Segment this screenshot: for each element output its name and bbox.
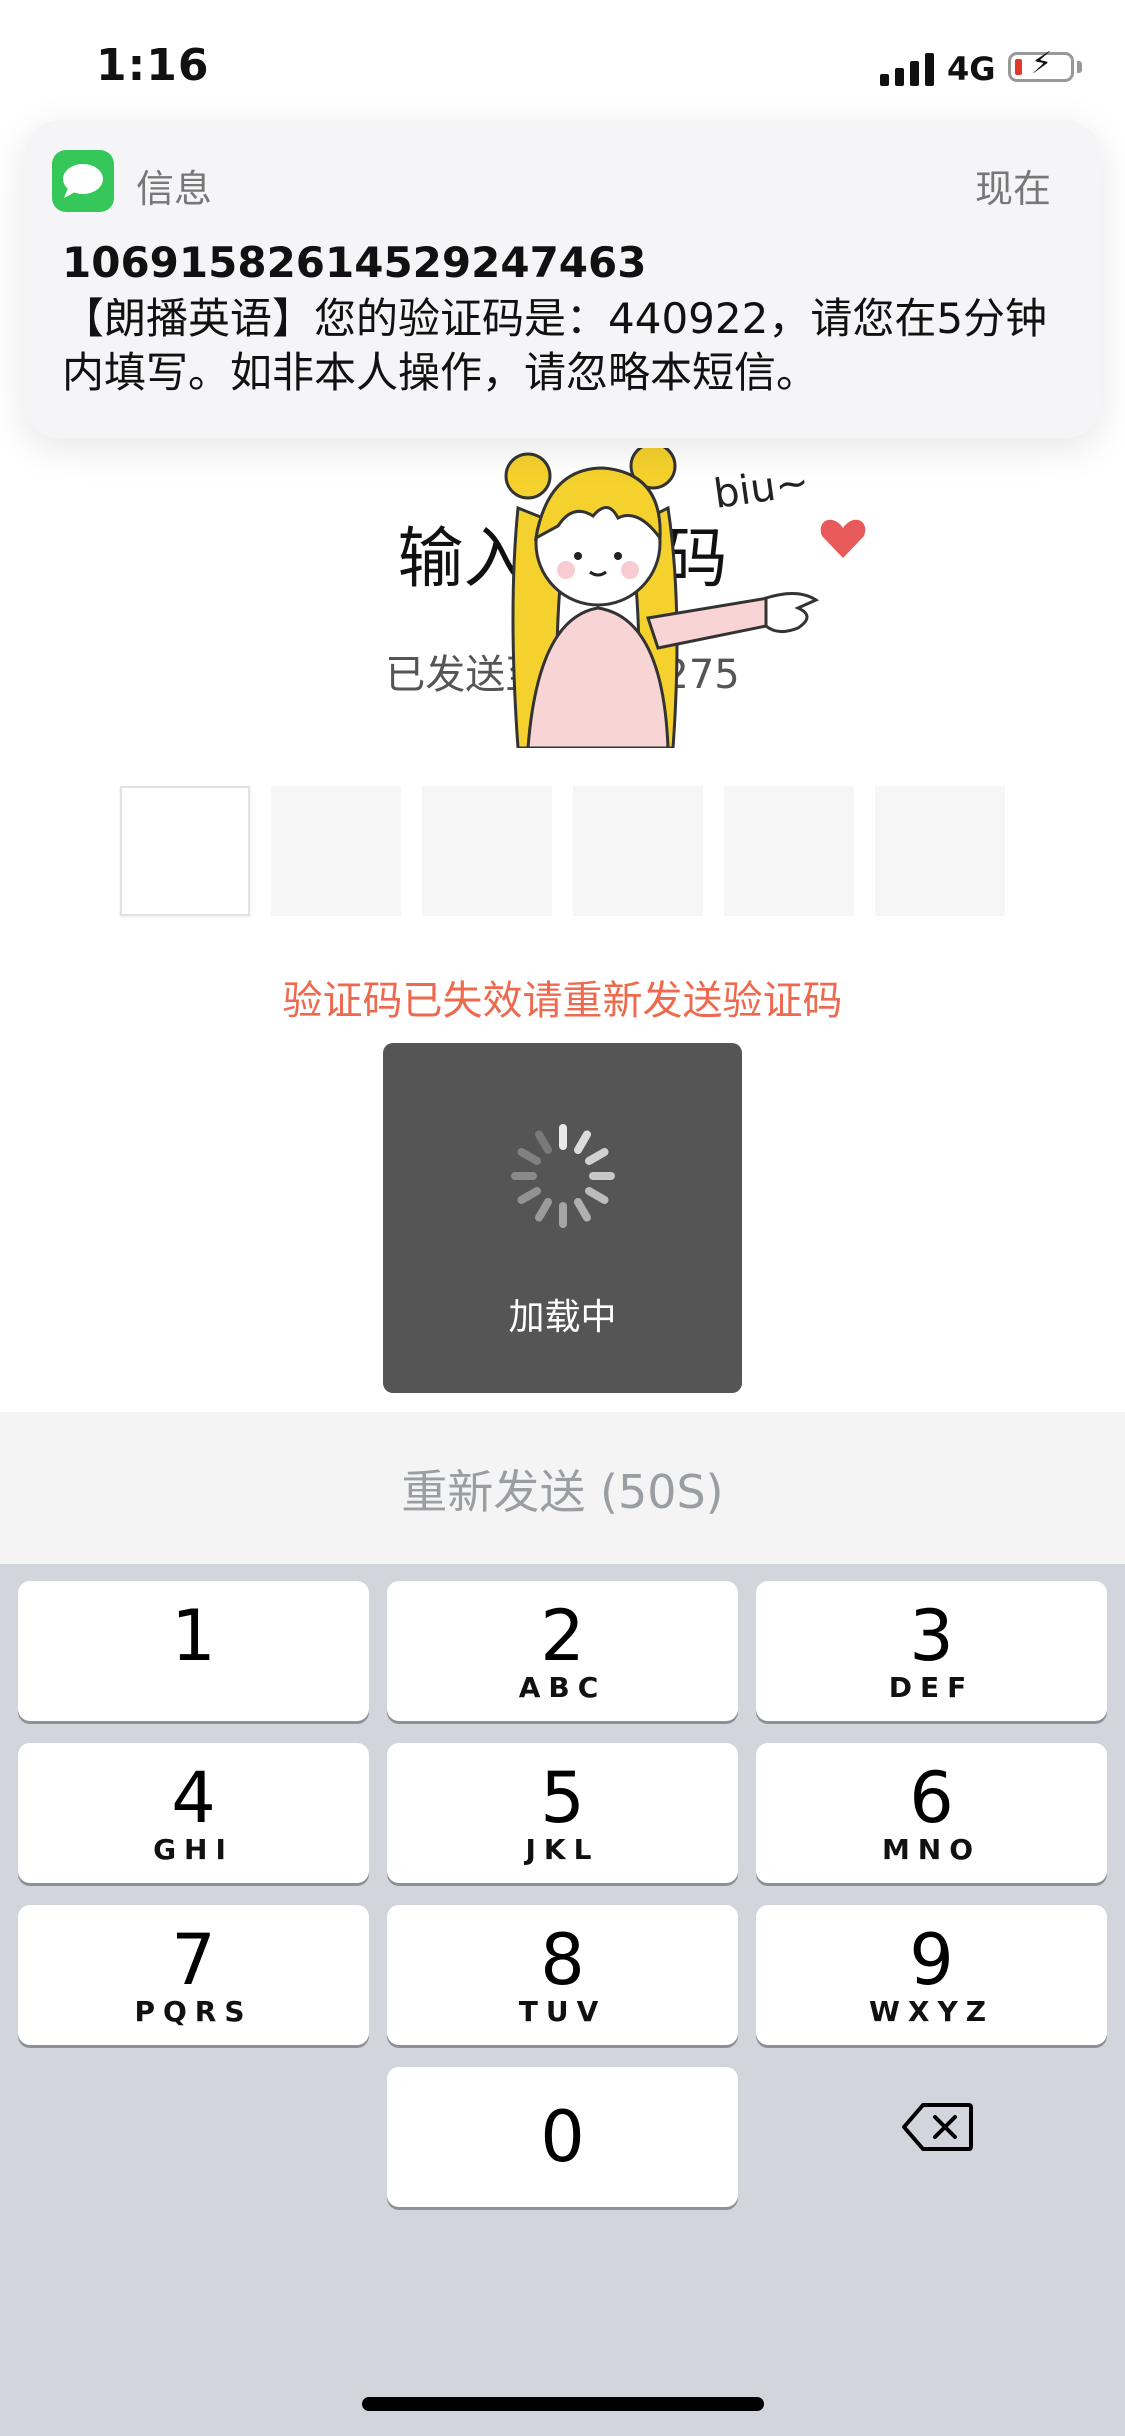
code-input-group[interactable] <box>120 786 1005 916</box>
error-message: 验证码已失效请重新发送验证码 <box>282 978 843 1024</box>
sms-notification[interactable]: 信息 现在 1069158261452924​7463 【朗播英语】您的验证码是… <box>24 120 1101 438</box>
key-7[interactable]: 7 PQRS <box>18 1905 369 2045</box>
key-8[interactable]: 8 TUV <box>387 1905 738 2045</box>
resend-area: 重新发送 (50S) <box>0 1412 1125 1564</box>
notification-sender: 1069158261452924​7463 <box>62 238 647 287</box>
battery-icon: ⚡ <box>1008 49 1074 82</box>
notification-app-name: 信息 <box>136 167 213 211</box>
sticker-text: biu~ <box>711 459 812 518</box>
code-box[interactable] <box>120 786 250 916</box>
key-2[interactable]: 2 ABC <box>387 1581 738 1721</box>
signal-icon <box>880 52 936 86</box>
messages-app-icon <box>52 150 114 212</box>
code-box[interactable] <box>724 786 854 916</box>
key-5[interactable]: 5 JKL <box>387 1743 738 1883</box>
cartoon-girl-sticker: biu~ <box>504 448 866 748</box>
key-1[interactable]: 1 <box>18 1581 369 1721</box>
key-4[interactable]: 4 GHI <box>18 1743 369 1883</box>
resend-button[interactable]: 重新发送 (50S) <box>0 1456 1125 1522</box>
status-bar: 1:16 4G ⚡ <box>0 0 1125 130</box>
notification-time: 现在 <box>974 167 1051 211</box>
code-box[interactable] <box>573 786 703 916</box>
code-box[interactable] <box>422 786 552 916</box>
status-time: 1:16 <box>96 40 210 91</box>
home-indicator[interactable] <box>362 2397 764 2411</box>
backspace-icon[interactable] <box>901 2102 973 2152</box>
notification-body: 【朗播英语】您的验证码是：440922，请您在5分钟内填写。如非本人操作，请忽略… <box>62 294 1048 397</box>
key-3[interactable]: 3 DEF <box>756 1581 1107 1721</box>
key-9[interactable]: 9 WXYZ <box>756 1905 1107 2045</box>
code-box[interactable] <box>271 786 401 916</box>
battery-cap <box>1077 61 1082 73</box>
network-type: 4G <box>947 50 996 88</box>
key-0[interactable]: 0 <box>387 2067 738 2207</box>
loading-overlay: 加载中 <box>383 1043 742 1393</box>
spinner-icon <box>510 1124 615 1229</box>
code-box[interactable] <box>875 786 1005 916</box>
key-6[interactable]: 6 MNO <box>756 1743 1107 1883</box>
loading-text: 加载中 <box>508 1297 617 1338</box>
